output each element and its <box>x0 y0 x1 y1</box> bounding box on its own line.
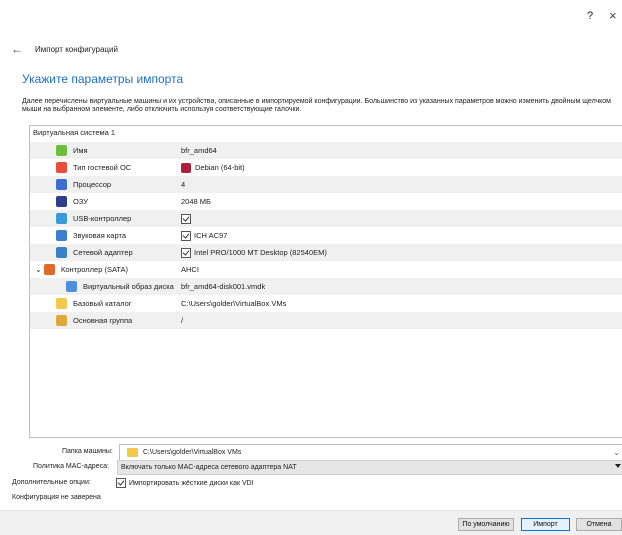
mac-policy-select[interactable]: Включать только MAC-адреса сетевого адап… <box>117 460 622 475</box>
setting-value: 4 <box>181 180 186 189</box>
import-vdi-label: Импортировать жёсткие диски как VDI <box>129 479 254 487</box>
setting-name-cell: Процессор <box>56 179 111 190</box>
title-bar: ? × <box>0 0 622 28</box>
setting-name: Имя <box>73 146 88 155</box>
setting-name: USB-контроллер <box>73 214 132 223</box>
setting-name: Основная группа <box>73 316 133 325</box>
expand-chevron-icon[interactable]: ⌄ <box>35 265 42 274</box>
setting-value: Debian (64-bit) <box>195 163 245 172</box>
tree-row[interactable]: Виртуальный образ диска bfr_amd64-disk001… <box>30 278 622 295</box>
audio-icon <box>56 230 67 241</box>
defaults-button[interactable]: По умолчанию <box>458 518 514 531</box>
setting-value-cell[interactable]: Debian (64-bit) <box>181 162 245 173</box>
setting-checkbox[interactable] <box>181 230 191 241</box>
tree-row[interactable]: Имя bfr_amd64 <box>30 142 622 159</box>
setting-name-cell: ОЗУ <box>56 196 88 207</box>
mac-policy-label: Политика MAC-адреса: <box>33 463 109 470</box>
setting-name: Тип гостевой ОС <box>73 163 132 172</box>
tree-row[interactable]: USB-контроллер <box>30 210 622 227</box>
page-heading: Укажите параметры импорта <box>22 72 184 86</box>
setting-value-cell[interactable]: bfr_amd64-disk001.vmdk <box>181 282 265 291</box>
sata-controller-icon <box>44 264 55 275</box>
debian-icon <box>181 162 191 173</box>
os-type-icon <box>56 162 67 173</box>
setting-value: bfr_amd64-disk001.vmdk <box>181 282 266 291</box>
folder-icon <box>127 448 138 457</box>
tree-row[interactable]: Звуковая карта ICH AC97 <box>30 227 622 244</box>
setting-value-cell[interactable]: 2048 МБ <box>181 197 211 206</box>
back-arrow-icon[interactable]: ← <box>11 42 23 56</box>
import-vdi-option[interactable]: Импортировать жёсткие диски как VDI <box>116 478 254 488</box>
tree-row[interactable]: Процессор 4 <box>30 176 622 193</box>
virtual-system-root[interactable]: Виртуальная система 1 <box>33 128 115 137</box>
setting-value-cell[interactable]: Intel PRO/1000 MT Desktop (82540EM) <box>181 247 327 258</box>
tree-row[interactable]: Основная группа / <box>30 312 622 329</box>
close-icon[interactable]: × <box>609 8 617 23</box>
setting-name-cell: Сетевой адаптер <box>56 247 133 258</box>
appliance-settings-tree[interactable]: Виртуальная система 1 Имя bfr_amd64 Тип го… <box>29 125 622 438</box>
setting-name-cell: USB-контроллер <box>56 213 131 224</box>
setting-name: Контроллер (SATA) <box>61 265 128 274</box>
network-icon <box>56 247 67 258</box>
group-icon <box>56 315 67 326</box>
setting-name-cell: Тип гостевой ОС <box>56 162 131 173</box>
tree-row[interactable]: ОЗУ 2048 МБ <box>30 193 622 210</box>
machine-folder-value: C:\Users\golder\VirtualBox VMs <box>143 449 242 456</box>
setting-value: AHCI <box>181 265 199 274</box>
mac-policy-value: Включать только MAC-адреса сетевого адап… <box>121 464 297 471</box>
setting-name-cell: Звуковая карта <box>56 230 126 241</box>
signature-status: Конфигурация не заверена <box>12 494 101 501</box>
setting-name: Сетевой адаптер <box>73 248 133 257</box>
usb-icon <box>56 213 67 224</box>
setting-value: / <box>181 316 184 325</box>
setting-value-cell[interactable]: AHCI <box>181 265 199 274</box>
wizard-nav: ← Импорт конфигураций <box>11 42 118 56</box>
setting-value-cell[interactable]: C:\Users\golder\VirtualBox VMs <box>181 299 286 308</box>
folder-icon <box>56 298 67 309</box>
setting-value: Intel PRO/1000 MT Desktop (82540EM) <box>194 248 327 257</box>
setting-name: Базовый каталог <box>73 299 132 308</box>
page-description: Далее перечислены виртуальные машины и и… <box>22 98 611 113</box>
setting-name-cell: Имя <box>56 145 88 156</box>
import-vdi-checkbox[interactable] <box>116 478 126 488</box>
cancel-button[interactable]: Отмена <box>576 518 622 531</box>
setting-name: Процессор <box>73 180 112 189</box>
setting-checkbox[interactable] <box>181 247 191 258</box>
import-button[interactable]: Импорт <box>521 518 570 531</box>
tree-row[interactable]: Сетевой адаптер Intel PRO/1000 MT Desktop… <box>30 244 622 261</box>
help-button[interactable]: ? <box>587 10 593 22</box>
setting-name: Виртуальный образ диска <box>83 282 174 291</box>
setting-value: C:\Users\golder\VirtualBox VMs <box>181 299 287 308</box>
setting-value-cell[interactable]: 4 <box>181 180 185 189</box>
machine-folder-label: Папка машины: <box>62 448 113 455</box>
setting-value-cell[interactable]: bfr_amd64 <box>181 146 217 155</box>
tree-row[interactable]: ⌄ Контроллер (SATA) AHCI <box>30 261 622 278</box>
setting-value: bfr_amd64 <box>181 146 217 155</box>
setting-name-cell: Основная группа <box>56 315 132 326</box>
setting-name: Звуковая карта <box>73 231 126 240</box>
disk-image-icon <box>66 281 77 292</box>
setting-value-cell[interactable]: / <box>181 316 183 325</box>
machine-folder-field[interactable]: C:\Users\golder\VirtualBox VMs ⌄ <box>119 444 622 461</box>
tree-row[interactable]: Тип гостевой ОС Debian (64-bit) <box>30 159 622 176</box>
setting-value: ICH AC97 <box>194 231 228 240</box>
name-icon <box>56 145 67 156</box>
additional-options-label: Дополнительные опции: <box>12 479 91 486</box>
setting-checkbox[interactable] <box>181 213 191 224</box>
tree-row[interactable]: Базовый каталог C:\Users\golder\VirtualBo… <box>30 295 622 312</box>
setting-value: 2048 МБ <box>181 197 211 206</box>
ram-icon <box>56 196 67 207</box>
setting-value-cell[interactable] <box>181 213 194 224</box>
chevron-down-icon[interactable]: ⌄ <box>613 448 620 457</box>
setting-name: ОЗУ <box>73 197 89 206</box>
setting-name-cell: Виртуальный образ диска <box>66 281 174 292</box>
wizard-title: Импорт конфигураций <box>35 44 118 54</box>
setting-name-cell: Контроллер (SATA) <box>44 264 128 275</box>
cpu-icon <box>56 179 67 190</box>
setting-name-cell: Базовый каталог <box>56 298 132 309</box>
dropdown-arrow-icon[interactable] <box>615 464 621 468</box>
setting-value-cell[interactable]: ICH AC97 <box>181 230 228 241</box>
